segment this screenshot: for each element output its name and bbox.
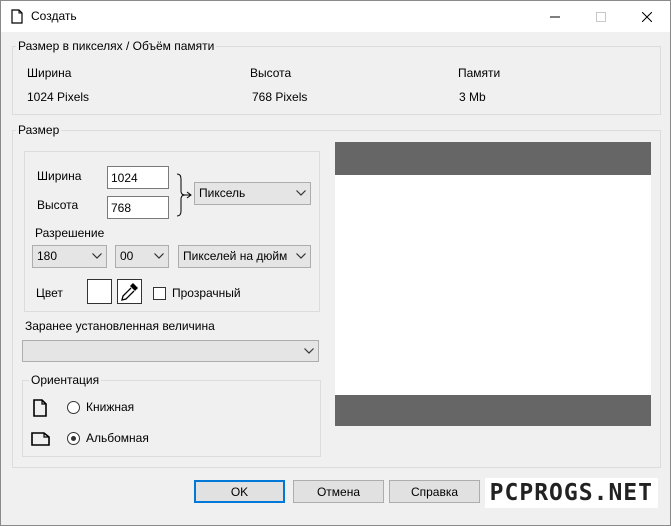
- ok-button[interactable]: OK: [194, 480, 285, 503]
- color-swatch[interactable]: [87, 279, 112, 304]
- maximize-button[interactable]: [578, 1, 624, 32]
- preset-select[interactable]: [22, 340, 319, 362]
- memory-group-legend: Размер в пикселях / Объём памяти: [16, 39, 217, 53]
- landscape-label: Альбомная: [86, 431, 149, 445]
- chevron-down-icon: [304, 348, 314, 354]
- title-bar[interactable]: Создать: [1, 1, 670, 32]
- preset-label: Заранее установленная величина: [25, 319, 215, 333]
- orientation-legend: Ориентация: [29, 373, 102, 387]
- height-input[interactable]: [107, 196, 169, 219]
- width-label: Ширина: [37, 169, 82, 183]
- chevron-down-icon: [296, 190, 306, 196]
- memory-height-label: Высота: [250, 66, 292, 80]
- page-preview: [335, 142, 651, 426]
- resolution-label: Разрешение: [35, 226, 105, 240]
- memory-width-label: Ширина: [27, 66, 72, 80]
- resolution-fraction-value: 00: [120, 249, 134, 263]
- create-dialog: Создать Размер в пикселях / Объём памяти…: [0, 0, 671, 526]
- minimize-button[interactable]: [532, 1, 578, 32]
- portrait-radio[interactable]: [67, 401, 80, 414]
- window-title: Создать: [31, 9, 77, 23]
- chevron-down-icon: [296, 253, 306, 259]
- resolution-select[interactable]: 180: [32, 245, 107, 268]
- help-button[interactable]: Справка: [389, 480, 480, 503]
- resolution-fraction-select[interactable]: 00: [115, 245, 169, 268]
- size-group-legend: Размер: [16, 123, 62, 137]
- watermark-logo: PCPROGS.NET: [484, 478, 658, 508]
- unit-select-value: Пиксель: [199, 186, 246, 200]
- preview-top-bar: [335, 142, 651, 175]
- preview-bottom-bar: [335, 395, 651, 426]
- resolution-select-value: 180: [37, 249, 58, 263]
- transparent-label: Прозрачный: [172, 286, 241, 300]
- resolution-unit-value: Пикселей на дюйм: [183, 249, 288, 263]
- maximize-icon: [596, 11, 606, 22]
- portrait-page-icon: [33, 399, 47, 417]
- cancel-button[interactable]: Отмена: [293, 480, 384, 503]
- document-icon: [11, 9, 23, 24]
- link-bracket-icon: [176, 173, 192, 217]
- transparent-checkbox[interactable]: [153, 287, 166, 300]
- chevron-down-icon: [154, 253, 164, 259]
- color-label: Цвет: [36, 286, 63, 300]
- close-button[interactable]: [624, 1, 670, 32]
- orientation-group: [22, 380, 321, 457]
- unit-select[interactable]: Пиксель: [194, 182, 311, 205]
- portrait-label: Книжная: [86, 400, 135, 414]
- memory-size-label: Памяти: [458, 66, 501, 80]
- close-icon: [642, 11, 652, 22]
- memory-width-value: 1024 Pixels: [27, 90, 90, 104]
- memory-height-value: 768 Pixels: [252, 90, 308, 104]
- memory-size-value: 3 Mb: [459, 90, 486, 104]
- eyedropper-icon: [121, 283, 138, 301]
- landscape-radio[interactable]: [67, 432, 80, 445]
- landscape-page-icon: [31, 432, 50, 446]
- minimize-icon: [550, 16, 560, 17]
- height-label: Высота: [37, 198, 79, 212]
- eyedropper-button[interactable]: [117, 279, 142, 304]
- chevron-down-icon: [92, 253, 102, 259]
- resolution-unit-select[interactable]: Пикселей на дюйм: [178, 245, 311, 268]
- memory-group: [12, 46, 661, 115]
- width-input[interactable]: [107, 166, 169, 189]
